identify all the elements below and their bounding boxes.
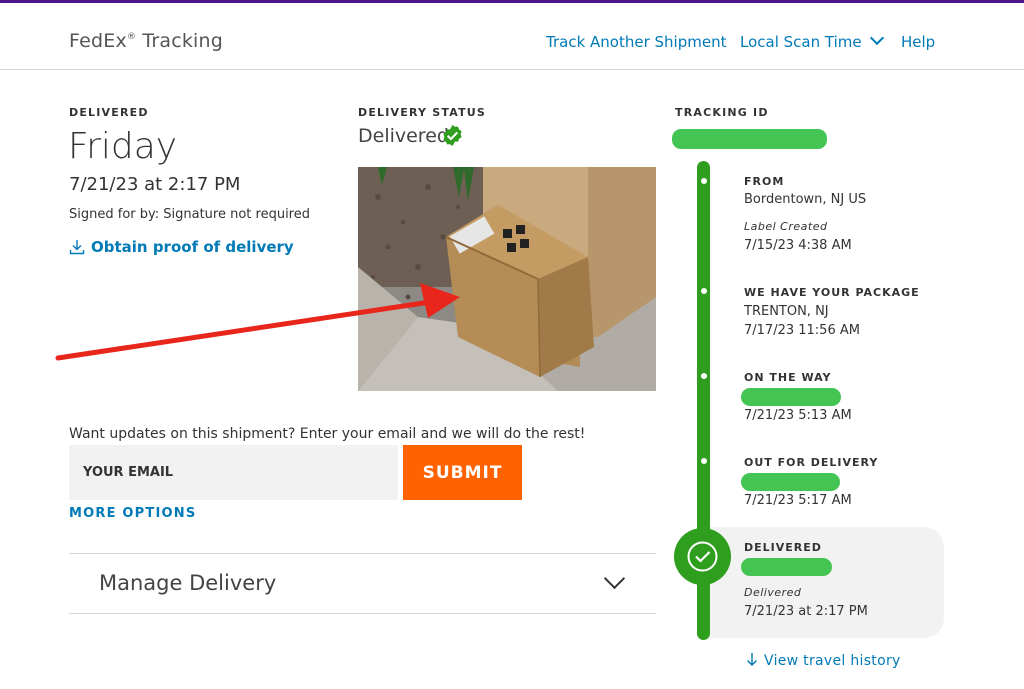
header: FedEx® Tracking Track Another Shipment L… — [0, 3, 1024, 70]
proof-of-delivery-photo — [358, 167, 656, 391]
delivery-day: Friday — [68, 126, 178, 167]
signed-for-text: Signed for by: Signature not required — [69, 207, 310, 222]
event-note: Delivered — [744, 586, 802, 599]
help-link[interactable]: Help — [901, 33, 935, 51]
brand-name: FedEx — [69, 30, 127, 52]
chevron-down-icon — [603, 567, 626, 590]
delivery-datetime: 7/21/23 at 2:17 PM — [69, 174, 241, 195]
check-circle-icon — [443, 124, 462, 147]
redacted-tracking-id — [672, 129, 827, 149]
event-time: 7/21/23 at 2:17 PM — [744, 604, 868, 619]
proof-of-delivery-link[interactable]: Obtain proof of delivery — [69, 238, 294, 256]
proof-of-delivery-label: Obtain proof of delivery — [91, 238, 294, 256]
email-input[interactable] — [69, 445, 398, 500]
redacted-location — [741, 473, 840, 491]
delivery-status-label: DELIVERY STATUS — [358, 106, 487, 119]
delivered-label: DELIVERED — [69, 106, 149, 119]
local-scan-time-label: Local Scan Time — [740, 33, 862, 51]
timeline-dot — [701, 288, 707, 294]
more-options-link[interactable]: MORE OPTIONS — [69, 506, 196, 521]
view-travel-history-label: View travel history — [764, 653, 901, 669]
manage-delivery-accordion[interactable]: Manage Delivery — [69, 553, 656, 614]
event-label: ON THE WAY — [744, 371, 832, 384]
brand-title[interactable]: FedEx® Tracking — [69, 30, 223, 52]
event-location: Bordentown, NJ US — [744, 192, 867, 207]
timeline-dot — [701, 178, 707, 184]
download-icon — [69, 240, 85, 255]
timeline-dot — [701, 373, 707, 379]
redacted-location — [741, 558, 832, 576]
track-another-shipment-link[interactable]: Track Another Shipment — [546, 33, 726, 51]
event-time: 7/21/23 5:17 AM — [744, 493, 852, 508]
event-label: DELIVERED — [744, 541, 822, 554]
event-time: 7/21/23 5:13 AM — [744, 408, 852, 423]
event-label: WE HAVE YOUR PACKAGE — [744, 286, 920, 299]
manage-delivery-title: Manage Delivery — [99, 571, 277, 595]
updates-prompt: Want updates on this shipment? Enter you… — [69, 426, 586, 442]
delivered-event-card — [704, 527, 944, 638]
event-label: FROM — [744, 175, 785, 188]
arrow-down-icon — [747, 653, 757, 666]
tracking-id-label: TRACKING ID — [675, 106, 769, 119]
event-time: 7/17/23 11:56 AM — [744, 323, 860, 338]
timeline-dot — [701, 458, 707, 464]
delivered-status-marker — [674, 528, 731, 585]
event-location: TRENTON, NJ — [744, 304, 829, 319]
view-travel-history-link[interactable]: View travel history — [746, 652, 901, 669]
event-note: Label Created — [744, 220, 828, 233]
brand-suffix: Tracking — [142, 30, 224, 52]
check-circle-icon — [687, 541, 718, 572]
chevron-down-icon — [869, 30, 884, 46]
delivery-status-value: Delivered — [358, 125, 449, 147]
registered-mark: ® — [126, 32, 137, 42]
local-scan-time-dropdown[interactable]: Local Scan Time — [740, 30, 884, 51]
submit-button[interactable]: SUBMIT — [403, 445, 522, 500]
redacted-location — [741, 388, 841, 406]
event-label: OUT FOR DELIVERY — [744, 456, 879, 469]
event-time: 7/15/23 4:38 AM — [744, 238, 852, 253]
